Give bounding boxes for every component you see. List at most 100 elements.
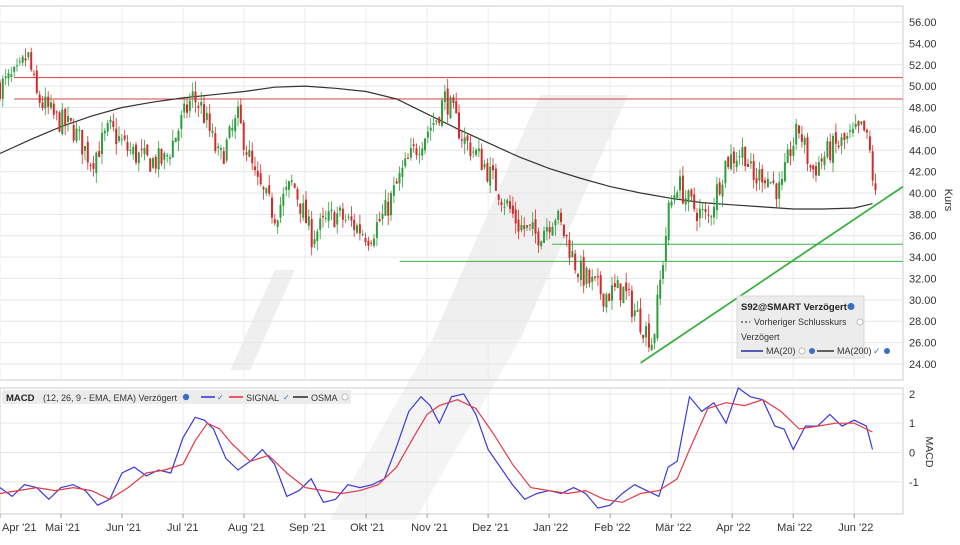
settings-icon[interactable] bbox=[847, 303, 855, 310]
candle-body bbox=[738, 156, 741, 158]
check-icon[interactable]: ✓ bbox=[873, 346, 881, 356]
visibility-icon[interactable] bbox=[856, 318, 864, 326]
settings-icon[interactable] bbox=[809, 348, 815, 354]
candle-body bbox=[69, 117, 72, 121]
candle-body bbox=[191, 91, 194, 98]
candle-body bbox=[786, 149, 789, 163]
visibility-icon[interactable] bbox=[341, 393, 349, 401]
candle-body bbox=[761, 169, 764, 183]
candle-body bbox=[211, 130, 214, 133]
candle-body bbox=[755, 178, 758, 184]
candle-body bbox=[554, 220, 557, 226]
candle-body bbox=[171, 140, 174, 158]
candle-body bbox=[78, 129, 81, 131]
candle-body bbox=[426, 131, 429, 138]
candle-body bbox=[744, 146, 747, 166]
candle-body bbox=[61, 109, 64, 135]
candle-body bbox=[724, 160, 727, 184]
candle-body bbox=[228, 126, 231, 138]
candle-body bbox=[650, 344, 653, 350]
check-icon[interactable]: ✓ bbox=[283, 393, 290, 402]
candle-body bbox=[248, 150, 251, 157]
candle-body bbox=[458, 112, 460, 139]
candle-body bbox=[792, 145, 795, 156]
price-y-tick-label: 28.00 bbox=[909, 316, 937, 328]
candle-body bbox=[92, 163, 95, 169]
candle-body bbox=[732, 151, 735, 164]
candle-body bbox=[55, 111, 58, 113]
candle-body bbox=[438, 117, 441, 124]
candle-body bbox=[611, 285, 613, 301]
candle-body bbox=[455, 101, 458, 114]
candle-body bbox=[273, 219, 276, 224]
candle-body bbox=[214, 133, 217, 152]
candle-body bbox=[225, 139, 228, 161]
price-y-tick-label: 36.00 bbox=[909, 231, 937, 243]
candle-body bbox=[186, 104, 188, 113]
candle-body bbox=[344, 219, 347, 221]
candle-body bbox=[299, 203, 302, 214]
candle-body bbox=[585, 267, 588, 284]
candle-body bbox=[616, 280, 619, 289]
candle-body bbox=[676, 192, 679, 198]
candle-body bbox=[854, 123, 857, 128]
candle-body bbox=[500, 202, 503, 205]
candle-body bbox=[551, 226, 554, 236]
candle-body bbox=[582, 257, 585, 286]
candle-body bbox=[545, 226, 548, 232]
candle-body bbox=[217, 146, 220, 149]
x-tick-label: Jan '22 bbox=[533, 522, 568, 534]
visibility-icon[interactable] bbox=[798, 347, 806, 355]
candle-body bbox=[276, 220, 279, 227]
candle-body bbox=[169, 157, 171, 159]
candle-body bbox=[412, 144, 415, 147]
candle-body bbox=[735, 160, 738, 168]
candle-body bbox=[596, 276, 599, 278]
candle-body bbox=[517, 219, 520, 232]
candle-body bbox=[163, 153, 166, 160]
candle-body bbox=[718, 182, 721, 195]
candle-body bbox=[619, 283, 622, 301]
candle-body bbox=[664, 236, 667, 261]
horizontal-levels bbox=[14, 77, 903, 262]
check-icon[interactable]: ✓ bbox=[217, 393, 224, 402]
candle-body bbox=[146, 144, 149, 156]
price-y-tick-label: 48.00 bbox=[909, 103, 937, 115]
macd-y-tick-label: 0 bbox=[909, 447, 915, 459]
candle-body bbox=[642, 335, 645, 339]
candle-body bbox=[670, 201, 673, 206]
candle-body bbox=[613, 283, 616, 287]
candle-body bbox=[330, 209, 333, 212]
candle-body bbox=[574, 253, 577, 271]
macd-legend-params: (12, 26, 9 - EMA, EMA) Verzögert bbox=[43, 393, 178, 403]
candle-body bbox=[599, 275, 602, 295]
candle-body bbox=[707, 214, 710, 216]
macd-y-tick-label: 1 bbox=[909, 418, 915, 430]
candle-body bbox=[367, 240, 370, 246]
price-y-tick-label: 38.00 bbox=[909, 209, 937, 221]
candle-body bbox=[817, 162, 820, 176]
candle-body bbox=[237, 106, 239, 118]
candle-body bbox=[254, 166, 256, 171]
candle-body bbox=[579, 260, 582, 281]
candle-body bbox=[194, 91, 197, 103]
candle-body bbox=[387, 201, 390, 216]
legend-ticker: S92@SMART Verzögert bbox=[741, 302, 848, 313]
candle-body bbox=[588, 269, 591, 284]
settings-icon[interactable] bbox=[884, 348, 890, 354]
candle-body bbox=[324, 218, 327, 219]
price-y-tick-label: 54.00 bbox=[909, 38, 937, 50]
candle-body bbox=[424, 138, 426, 151]
candle-body bbox=[149, 158, 152, 172]
price-y-tick-label: 30.00 bbox=[909, 295, 937, 307]
candle-body bbox=[812, 165, 815, 170]
candle-body bbox=[849, 130, 851, 132]
candle-body bbox=[863, 120, 866, 131]
candle-body bbox=[333, 212, 336, 228]
legend-delayed: Verzögert bbox=[741, 332, 780, 342]
candle-body bbox=[730, 154, 732, 169]
candle-body bbox=[84, 146, 86, 151]
candle-body bbox=[401, 167, 404, 177]
candle-body bbox=[322, 215, 324, 218]
settings-icon[interactable] bbox=[182, 393, 190, 401]
